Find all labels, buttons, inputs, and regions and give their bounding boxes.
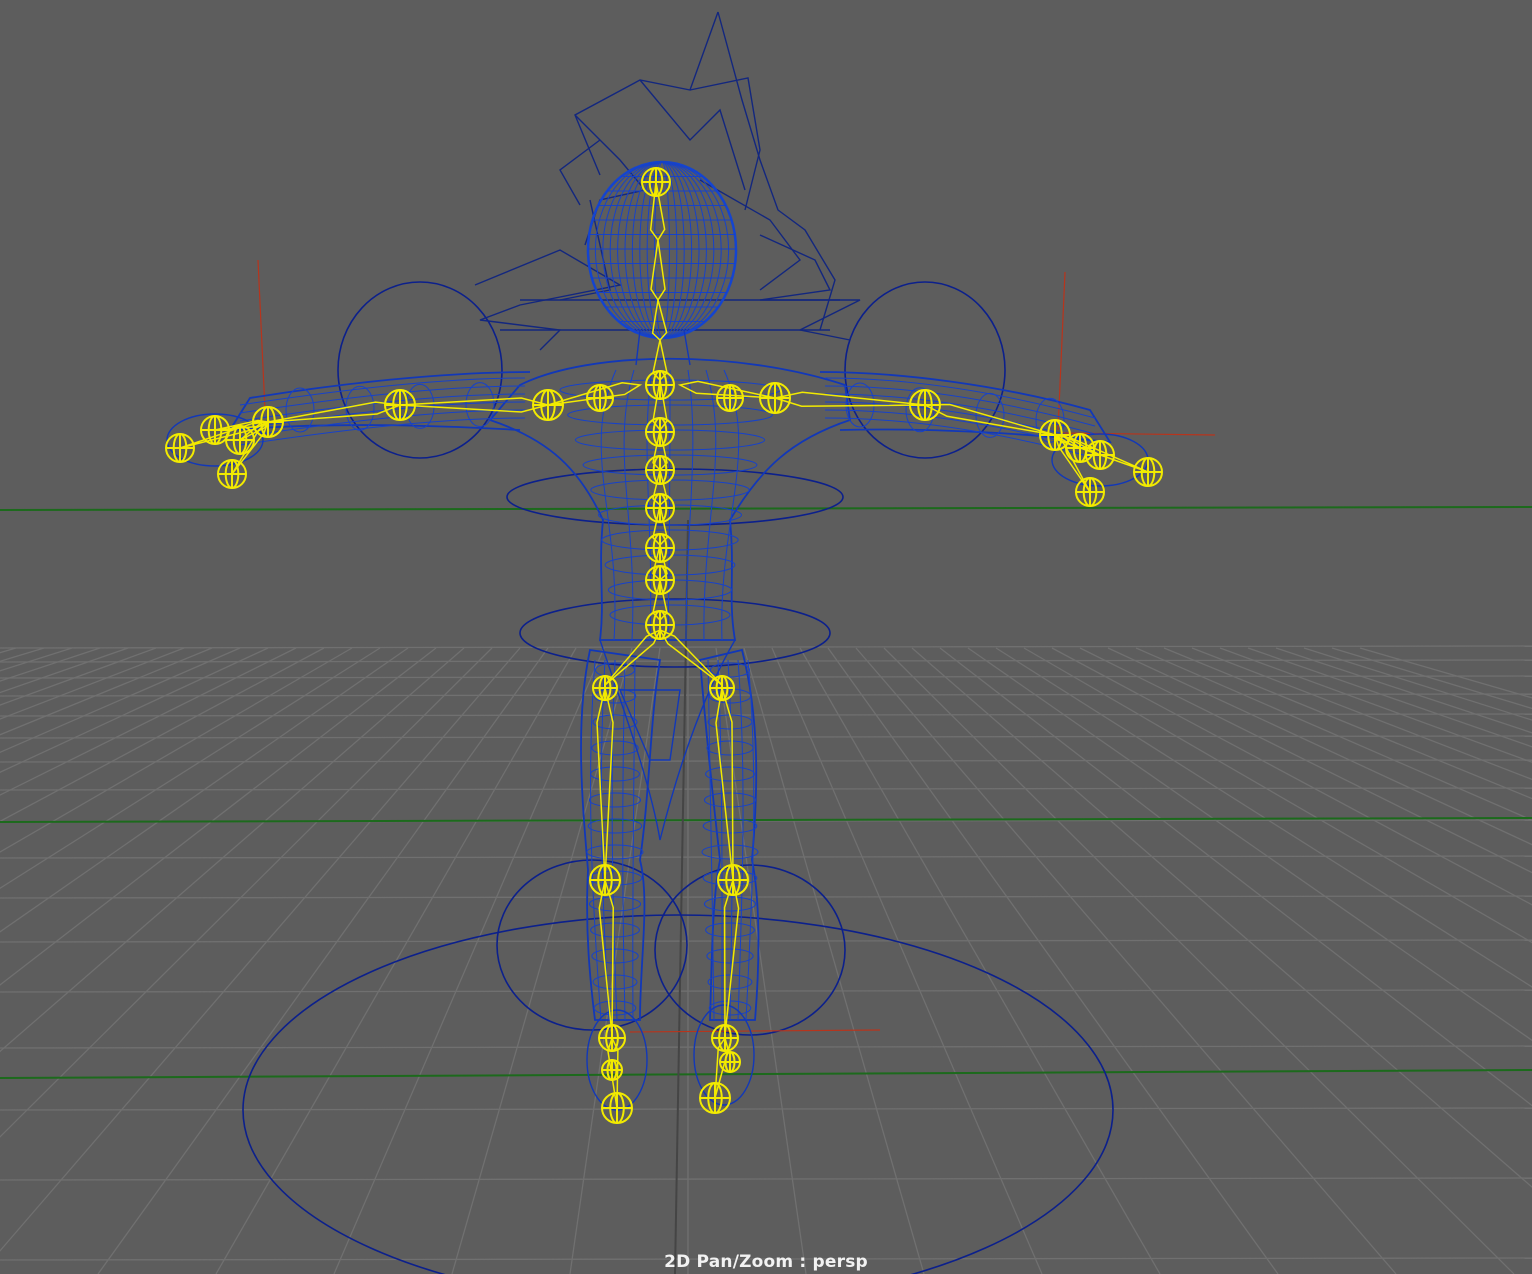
grid-line-v xyxy=(911,647,1532,1188)
bone xyxy=(598,879,615,1036)
grid-line-h xyxy=(0,895,1532,899)
grid-line-v xyxy=(1079,647,1532,874)
finger-joint-icon xyxy=(200,415,230,445)
left-leg-ring xyxy=(588,792,642,808)
grid-line-v xyxy=(715,647,807,1274)
spine-joint-icon xyxy=(645,370,675,400)
right-arm-loop xyxy=(824,377,1096,419)
arm-joint-icon xyxy=(759,382,791,414)
torso-mesh-lines xyxy=(559,369,781,641)
grid-line-v xyxy=(799,647,1161,1274)
foot-locator-h xyxy=(629,1029,881,1033)
left-leg-ring xyxy=(587,870,643,886)
spine-joint-icon xyxy=(641,167,671,197)
toe-joint-icon xyxy=(601,1092,633,1124)
spine-joint-icon xyxy=(645,493,675,523)
grid-line-h xyxy=(0,759,1532,763)
grid-line-h xyxy=(0,1177,1532,1181)
grid-line-v xyxy=(883,647,1515,1274)
left-leg-ring xyxy=(590,922,640,938)
left-leg-ring xyxy=(592,714,638,730)
grid-line-v xyxy=(1359,647,1532,699)
grid-line-h xyxy=(0,1107,1532,1111)
grid-line-v xyxy=(939,647,1532,1107)
finger-joint-icon xyxy=(165,433,195,463)
scene-canvas[interactable] xyxy=(0,0,1532,1274)
foot-joint-icon xyxy=(601,1059,623,1081)
finger-joint-icon xyxy=(1133,457,1163,487)
grid-line-v xyxy=(1135,647,1532,821)
spine-joint-icon xyxy=(645,417,675,447)
right-hand-locator xyxy=(1057,271,1066,431)
right-arm-mesh xyxy=(819,371,1112,444)
finger-joint-icon xyxy=(225,425,255,455)
left-shoulder-control xyxy=(337,281,503,459)
toe-joint-icon xyxy=(699,1082,731,1114)
grid-line-h xyxy=(0,787,1532,791)
grid-line-v xyxy=(1107,647,1532,846)
grid-line-v xyxy=(743,647,925,1274)
axis-line-front xyxy=(0,1069,1532,1079)
grid-line-v xyxy=(1023,647,1532,944)
grid-line-v xyxy=(855,647,1397,1274)
finger-joint-icon xyxy=(1085,440,1115,470)
arm-joint-icon xyxy=(532,389,564,421)
grid-line-h xyxy=(0,693,1532,697)
spine-joint-icon xyxy=(645,455,675,485)
spine-joint-icon xyxy=(645,533,675,563)
left-arm-ring xyxy=(465,382,495,428)
ground-grid xyxy=(0,645,1532,1274)
left-leg-mesh xyxy=(580,648,662,1021)
grid-line-v xyxy=(1051,647,1532,906)
grid-line-v xyxy=(995,647,1532,988)
grid-line-v xyxy=(827,647,1279,1274)
grid-line-v xyxy=(333,647,605,1274)
finger-joint-icon xyxy=(217,459,247,489)
left-arm-ring xyxy=(345,385,375,431)
grid-line-h xyxy=(0,939,1532,943)
hip-control-circle xyxy=(519,598,831,668)
grid-line-v xyxy=(1219,647,1532,763)
skeleton-joints[interactable] xyxy=(165,167,1163,1124)
finger-joint-icon xyxy=(1065,433,1095,463)
grid-line-h xyxy=(0,855,1532,859)
grid-line-v xyxy=(1331,647,1532,710)
viewport-hud-label: 2D Pan/Zoom : persp xyxy=(664,1252,868,1272)
torso-vertical xyxy=(623,369,635,641)
grid-line-h xyxy=(0,645,1532,649)
grid-line-v xyxy=(1247,647,1532,748)
right-arm-ring xyxy=(975,392,1005,438)
spine-joint-icon xyxy=(645,565,675,595)
left-arm-loop xyxy=(239,385,526,414)
chest-control-circle xyxy=(506,468,844,526)
grid-line-h xyxy=(0,1045,1532,1049)
right-leg-ring xyxy=(703,792,757,808)
finger-joint-icon xyxy=(1075,477,1105,507)
right-leg-ring xyxy=(706,948,754,964)
arm-joint-icon xyxy=(384,389,416,421)
maya-viewport-persp[interactable]: 2D Pan/Zoom : persp xyxy=(0,0,1532,1274)
right-leg-ring xyxy=(705,766,755,782)
grid-axis-lines xyxy=(0,506,1532,1274)
foot-joint-icon xyxy=(719,1051,741,1073)
bone xyxy=(399,397,551,413)
grid-line-v xyxy=(1191,647,1532,781)
left-hand-locator xyxy=(257,259,266,411)
right-leg-vertical xyxy=(737,659,744,1021)
left-leg-ring xyxy=(590,766,640,782)
grid-line-h xyxy=(0,713,1532,717)
grid-line-v xyxy=(771,647,1043,1274)
axis-line-back xyxy=(0,506,1532,511)
arm-joint-icon xyxy=(909,389,941,421)
left-leg-vertical xyxy=(632,659,636,1021)
